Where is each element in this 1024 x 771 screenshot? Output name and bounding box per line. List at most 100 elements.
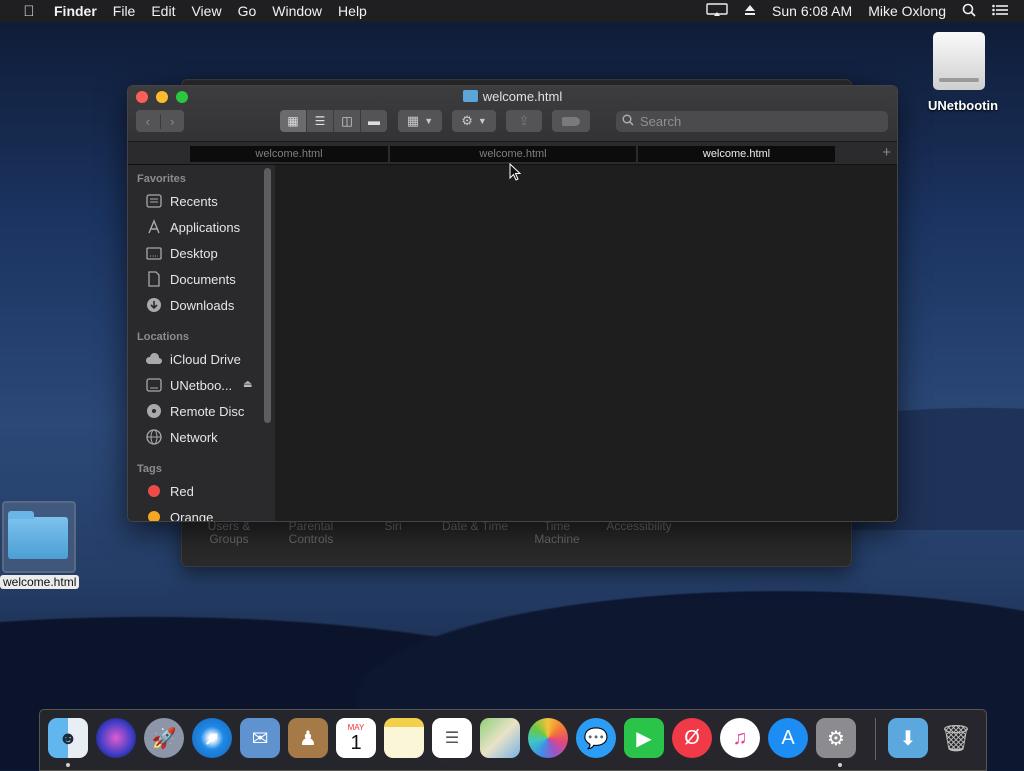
dock-trash-icon[interactable]: 🗑 <box>936 718 976 758</box>
menu-bar:  Finder File Edit View Go Window Help S… <box>0 0 1024 22</box>
sidebar-item-documents[interactable]: Documents <box>145 269 236 289</box>
search-placeholder: Search <box>640 114 682 129</box>
eject-icon[interactable]: ⏏ <box>243 379 252 390</box>
pref-label: Users & Groups <box>207 519 251 546</box>
sidebar-item-label: Orange <box>170 509 214 522</box>
tag-icon <box>562 116 580 126</box>
pref-time-machine[interactable]: Time Machine <box>516 520 598 546</box>
share-icon: ⇪ <box>518 113 530 128</box>
sidebar-scrollbar[interactable] <box>264 168 271 423</box>
pref-label: Time Machine <box>534 519 580 546</box>
sidebar-header-locations: Locations <box>137 331 189 343</box>
sidebar-item-tag-red[interactable]: Red <box>145 481 194 501</box>
sidebar-item-downloads[interactable]: Downloads <box>145 295 234 315</box>
dock-app-store-icon[interactable]: A <box>768 718 808 758</box>
file-browser-content[interactable] <box>276 165 897 521</box>
clock[interactable]: Sun 6:08 AM <box>772 3 852 19</box>
dock-reminders-icon[interactable]: ☰ <box>432 718 472 758</box>
sidebar-item-network[interactable]: Network <box>145 427 218 447</box>
window-title: welcome.html <box>128 89 897 104</box>
icon-view-icon[interactable]: ▦ <box>280 110 307 132</box>
back-chevron-icon[interactable]: ‹ <box>136 114 160 129</box>
sidebar-item-label: UNetboo... <box>170 377 233 393</box>
running-indicator <box>66 763 70 767</box>
sidebar-item-label: Desktop <box>170 245 218 261</box>
sidebar-item-recents[interactable]: Recents <box>145 191 218 211</box>
dock-facetime-icon[interactable]: ▶ <box>624 718 664 758</box>
tag-orange-dot-icon <box>148 511 160 521</box>
airplay-icon[interactable] <box>706 2 728 20</box>
desktop-disk-label: UNetbootin <box>928 98 999 113</box>
folder-icon <box>462 90 478 102</box>
menu-edit[interactable]: Edit <box>151 3 175 19</box>
sidebar-item-remote-disc[interactable]: Remote Disc <box>145 401 244 421</box>
menu-file[interactable]: File <box>113 3 136 19</box>
dock-siri-icon[interactable] <box>96 718 136 758</box>
group-by-button[interactable]: ▦ ▼ <box>398 110 442 132</box>
pref-parental-controls[interactable]: Parental Controls <box>270 520 352 546</box>
dock-safari-icon[interactable]: ➚ <box>192 718 232 758</box>
dock-contacts-icon[interactable]: ♟ <box>288 718 328 758</box>
dock-mail-icon[interactable]: ✉ <box>240 718 280 758</box>
view-mode-segment: ▦ ☰ ◫ ▬ <box>280 110 387 132</box>
pref-users-groups[interactable]: Users & Groups <box>188 520 270 546</box>
gallery-view-icon[interactable]: ▬ <box>361 110 387 132</box>
dock-finder-icon[interactable]: ☻ <box>48 718 88 758</box>
documents-icon <box>145 271 163 287</box>
spotlight-icon[interactable] <box>962 3 976 20</box>
dock-downloads-folder-icon[interactable]: ⬇ <box>888 718 928 758</box>
forward-chevron-icon[interactable]: › <box>159 113 185 129</box>
sidebar-item-icloud-drive[interactable]: iCloud Drive <box>145 349 241 369</box>
user-name[interactable]: Mike Oxlong <box>868 3 946 19</box>
sidebar-item-label: Recents <box>170 193 218 209</box>
notification-center-icon[interactable] <box>992 3 1008 19</box>
menu-go[interactable]: Go <box>238 3 257 19</box>
sidebar-item-tag-orange[interactable]: Orange <box>145 507 214 522</box>
desktop-folder-welcome[interactable] <box>2 501 76 573</box>
search-icon <box>622 114 634 129</box>
sidebar-item-label: Remote Disc <box>170 403 245 419</box>
pref-label: Parental Controls <box>288 519 334 546</box>
tab-3-active[interactable]: welcome.html <box>638 146 835 162</box>
sidebar-item-applications[interactable]: Applications <box>145 217 240 237</box>
dock-itunes-icon[interactable]: ♫ <box>720 718 760 758</box>
dock-notes-icon[interactable] <box>384 718 424 758</box>
tags-button[interactable] <box>552 110 590 132</box>
dock-photos-icon[interactable] <box>528 718 568 758</box>
calendar-month: MAY <box>347 722 365 732</box>
preferences-row: Users & Groups Parental Controls Siri Da… <box>182 520 851 560</box>
mouse-pointer-icon <box>509 163 521 181</box>
tab-bar: welcome.html welcome.html welcome.html + <box>128 142 897 165</box>
sidebar-item-unetbootin[interactable]: UNetboo... <box>145 375 232 395</box>
app-menu[interactable]: Finder <box>54 3 97 19</box>
sidebar-item-desktop[interactable]: Desktop <box>145 243 218 263</box>
tab-2[interactable]: welcome.html <box>390 146 636 162</box>
dock-maps-icon[interactable] <box>480 718 520 758</box>
dock-system-preferences-icon[interactable]: ⚙ <box>816 718 856 758</box>
disc-icon <box>145 403 163 419</box>
eject-icon[interactable] <box>744 3 756 19</box>
share-button[interactable]: ⇪ <box>506 110 542 132</box>
menu-help[interactable]: Help <box>338 3 367 19</box>
finder-window[interactable]: welcome.html ‹ › ▦ ☰ ◫ ▬ ▦ ▼ ⚙ ▼ ⇪ Searc… <box>127 85 898 522</box>
new-tab-plus-icon[interactable]: + <box>882 144 891 161</box>
tab-1[interactable]: welcome.html <box>190 146 388 162</box>
dock-news-icon[interactable]: Ø <box>672 718 712 758</box>
calendar-day: 1 <box>350 731 362 754</box>
list-view-icon[interactable]: ☰ <box>307 110 334 132</box>
dock-calendar-icon[interactable]: MAY 1 <box>336 718 376 758</box>
chevron-down-icon: ▼ <box>424 116 434 126</box>
sidebar-item-label: Documents <box>170 271 236 287</box>
apple-menu-icon[interactable]:  <box>18 3 40 20</box>
desktop-disk-unetbootin[interactable]: UNetbootin <box>928 32 999 113</box>
applications-icon <box>145 219 163 235</box>
menu-window[interactable]: Window <box>272 3 322 19</box>
menu-view[interactable]: View <box>191 3 221 19</box>
sidebar-item-label: Network <box>170 429 218 445</box>
dock-messages-icon[interactable]: 💬 <box>576 718 616 758</box>
external-disk-icon <box>933 32 985 90</box>
search-field[interactable]: Search <box>616 111 888 132</box>
action-button[interactable]: ⚙ ▼ <box>452 110 496 132</box>
dock-launchpad-icon[interactable]: 🚀 <box>144 718 184 758</box>
column-view-icon[interactable]: ◫ <box>334 110 361 132</box>
